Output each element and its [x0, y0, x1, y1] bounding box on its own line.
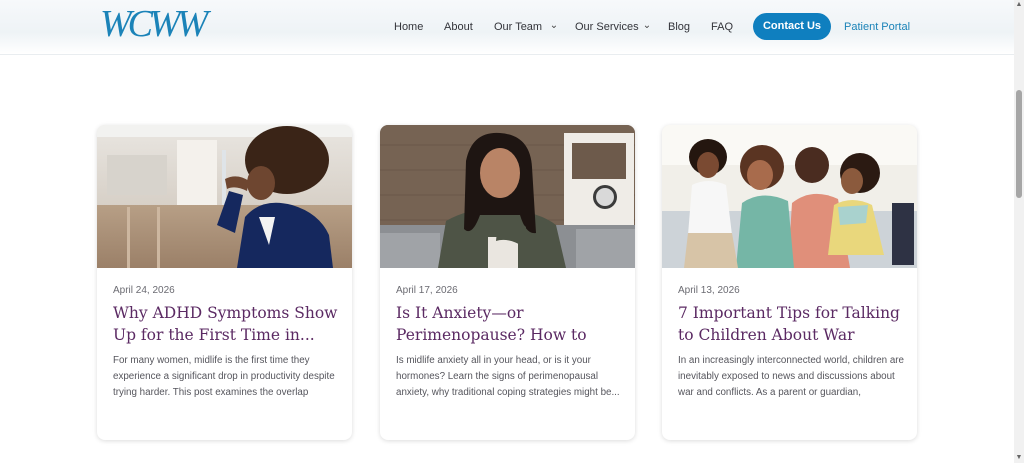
contact-us-button[interactable]: Contact Us	[753, 13, 831, 40]
scroll-down-arrow-icon[interactable]: ▼	[1014, 453, 1024, 463]
card-image[interactable]	[97, 125, 352, 268]
page-scrollbar[interactable]: ▲ ▼	[1014, 0, 1024, 463]
blog-card[interactable]: April 24, 2026 Why ADHD Symptoms Show Up…	[97, 125, 352, 440]
post-excerpt: For many women, midlife is the first tim…	[113, 355, 335, 398]
site-header: WCWW Home About Our Team ⌄ Our Services …	[0, 0, 1014, 55]
blog-card[interactable]: April 17, 2026 Is It Anxiety—or Perimeno…	[380, 125, 635, 440]
nav-blog[interactable]: Blog	[668, 14, 690, 40]
scroll-up-arrow-icon[interactable]: ▲	[1014, 0, 1024, 10]
post-date: April 17, 2026	[396, 285, 458, 296]
scroll-thumb[interactable]	[1016, 90, 1022, 198]
nav-home[interactable]: Home	[394, 14, 423, 40]
post-excerpt: Is midlife anxiety all in your head, or …	[396, 355, 620, 398]
chevron-down-icon[interactable]: ⌄	[548, 14, 560, 40]
card-image[interactable]	[662, 125, 917, 268]
logo-monogram: WCWW	[100, 3, 208, 45]
post-date: April 24, 2026	[113, 285, 175, 296]
nav-about[interactable]: About	[444, 14, 473, 40]
blog-card[interactable]: April 13, 2026 7 Important Tips for Talk…	[662, 125, 917, 440]
post-title[interactable]: Is It Anxiety—or Perimenopause? How to T…	[396, 302, 622, 346]
chevron-down-icon[interactable]: ⌄	[641, 14, 653, 40]
post-title[interactable]: Why ADHD Symptoms Show Up for the First …	[113, 302, 339, 346]
post-date: April 13, 2026	[678, 285, 740, 296]
nav-our-team[interactable]: Our Team	[494, 14, 542, 40]
post-title[interactable]: 7 Important Tips for Talking to Children…	[678, 302, 904, 346]
site-logo[interactable]: WCWW	[100, 3, 218, 46]
nav-our-services[interactable]: Our Services	[575, 14, 639, 40]
post-excerpt: In an increasingly interconnected world,…	[678, 355, 904, 398]
patient-portal-link[interactable]: Patient Portal	[844, 14, 910, 40]
nav-faq[interactable]: FAQ	[711, 14, 733, 40]
card-image[interactable]	[380, 125, 635, 268]
